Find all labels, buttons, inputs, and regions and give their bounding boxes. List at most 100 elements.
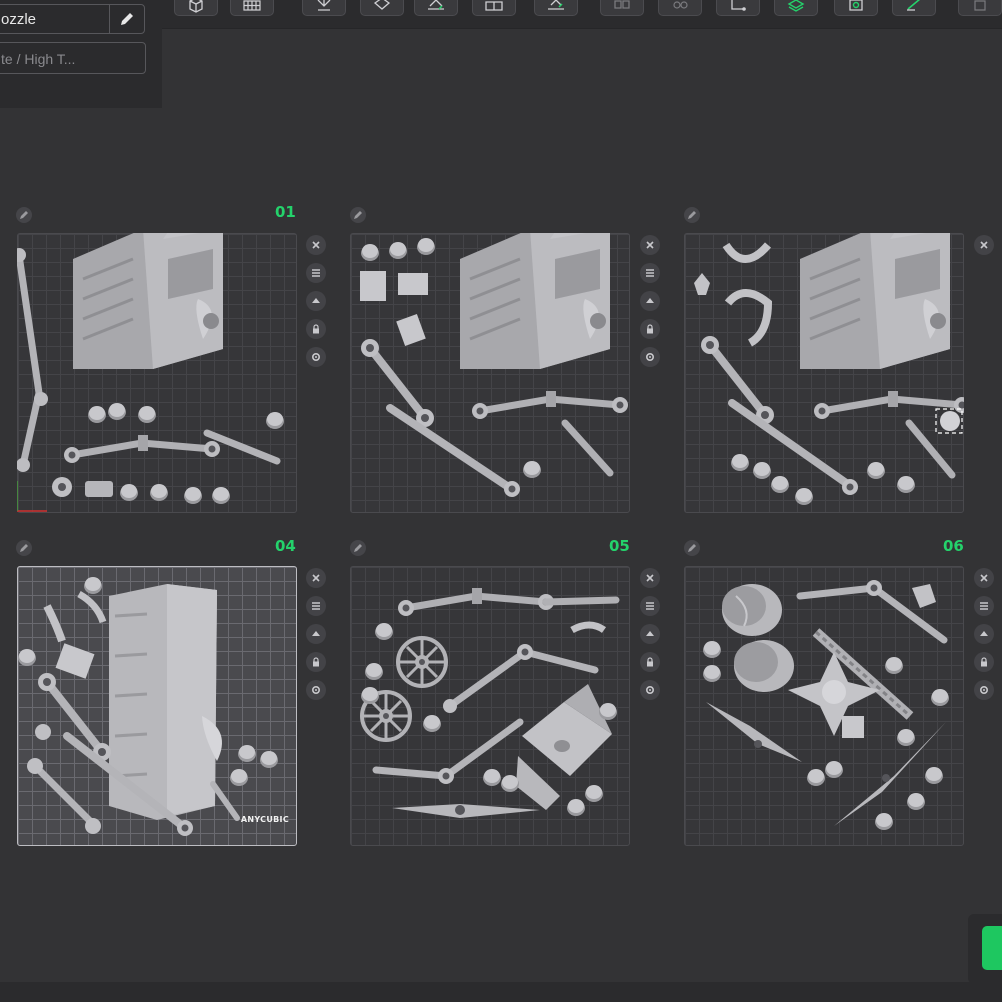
plate-type-select[interactable]: te / High T...: [0, 42, 146, 74]
list-icon: [646, 602, 654, 610]
arrange-plate-button[interactable]: [640, 596, 660, 616]
plate-models[interactable]: [684, 566, 964, 846]
auto-orient-plate-button[interactable]: [640, 291, 660, 311]
list-icon: [646, 269, 654, 277]
list-icon: [312, 269, 320, 277]
add-cube-button[interactable]: [174, 0, 218, 16]
arrange-icon: [317, 0, 331, 11]
list-icon: [312, 602, 320, 610]
plate-settings-button[interactable]: [640, 680, 660, 700]
delete-plate-button[interactable]: [640, 235, 660, 255]
plate-settings-button[interactable]: [640, 347, 660, 367]
assembly-icon: [614, 0, 630, 9]
plate-number: 01: [275, 203, 296, 221]
seam-paint-button[interactable]: [834, 0, 878, 16]
lock-plate-button[interactable]: [640, 652, 660, 672]
close-icon: [312, 241, 320, 249]
assembly-button[interactable]: [600, 0, 644, 16]
delete-plate-button[interactable]: [974, 568, 994, 588]
plate-models[interactable]: [684, 233, 964, 513]
orient-icon: [312, 298, 320, 303]
place-on-face-icon: [548, 0, 564, 10]
delete-plate-button[interactable]: [306, 235, 326, 255]
lay-flat-button[interactable]: [414, 0, 458, 16]
printer-select[interactable]: ozzle: [0, 4, 110, 34]
list-icon: [980, 602, 988, 610]
lock-icon: [981, 657, 987, 667]
plate-tools: [974, 235, 996, 263]
printer-name: ozzle: [1, 11, 37, 28]
variable-layer-button[interactable]: [658, 0, 702, 16]
lay-flat-icon: [428, 0, 444, 10]
lock-icon: [647, 324, 653, 334]
support-paint-icon: [787, 0, 805, 12]
measure-icon: [731, 0, 746, 11]
plate-edit-icon[interactable]: [16, 540, 32, 556]
measure-button[interactable]: [716, 0, 760, 16]
close-icon: [646, 241, 654, 249]
color-paint-button[interactable]: [892, 0, 936, 16]
plate-edit-icon[interactable]: [684, 207, 700, 223]
slice-panel: [968, 914, 1002, 984]
close-icon: [980, 574, 988, 582]
plate-settings-button[interactable]: [306, 347, 326, 367]
plate-number: 06: [943, 537, 964, 555]
orient-icon: [646, 298, 654, 303]
lock-icon: [313, 657, 319, 667]
plate-edit-icon[interactable]: [350, 540, 366, 556]
plate-models[interactable]: [17, 233, 297, 513]
edit-printer-button[interactable]: [109, 4, 145, 34]
arrange-plate-button[interactable]: [640, 263, 660, 283]
plate-type-label: te / High T...: [1, 51, 76, 67]
split-icon: [485, 1, 503, 11]
pencil-icon: [121, 13, 133, 25]
close-icon: [312, 574, 320, 582]
arrange-button[interactable]: [302, 0, 346, 16]
support-paint-button[interactable]: [774, 0, 818, 16]
orient-button[interactable]: [360, 0, 404, 16]
plate-edit-icon[interactable]: [16, 207, 32, 223]
lock-plate-button[interactable]: [306, 652, 326, 672]
orient-icon: [980, 631, 988, 636]
brand-text: ANYCUBIC: [240, 815, 289, 824]
auto-orient-plate-button[interactable]: [640, 624, 660, 644]
close-icon: [980, 241, 988, 249]
plate-settings-button[interactable]: [306, 680, 326, 700]
delete-plate-button[interactable]: [640, 568, 660, 588]
status-bar: [0, 982, 1002, 1002]
auto-orient-plate-button[interactable]: [306, 291, 326, 311]
orient-icon: [373, 0, 391, 10]
main-toolbar: [162, 0, 1002, 29]
seam-paint-icon: [849, 0, 863, 11]
delete-plate-button[interactable]: [306, 568, 326, 588]
plate-tools: [974, 568, 996, 708]
gear-icon: [311, 352, 321, 362]
plate-models[interactable]: [17, 566, 297, 846]
arrange-plate-button[interactable]: [974, 596, 994, 616]
plate-grid-button[interactable]: [230, 0, 274, 16]
plate-tools: [306, 235, 328, 375]
lock-plate-button[interactable]: [640, 319, 660, 339]
arrange-plate-button[interactable]: [306, 263, 326, 283]
close-icon: [646, 574, 654, 582]
auto-orient-plate-button[interactable]: [974, 624, 994, 644]
plate-tools: [640, 235, 662, 375]
plate-settings-button[interactable]: [974, 680, 994, 700]
auto-orient-plate-button[interactable]: [306, 624, 326, 644]
lock-plate-button[interactable]: [306, 319, 326, 339]
plate-number: 05: [609, 537, 630, 555]
plate-models[interactable]: [350, 233, 630, 513]
plate-edit-icon[interactable]: [684, 540, 700, 556]
plate-edit-icon[interactable]: [350, 207, 366, 223]
split-button[interactable]: [472, 0, 516, 16]
more-tools-button[interactable]: [958, 0, 1002, 16]
variable-layer-icon: [673, 1, 688, 9]
lock-plate-button[interactable]: [974, 652, 994, 672]
orient-icon: [312, 631, 320, 636]
place-on-face-button[interactable]: [534, 0, 578, 16]
arrange-plate-button[interactable]: [306, 596, 326, 616]
slice-button[interactable]: [982, 926, 1002, 970]
plate-models[interactable]: [350, 566, 630, 846]
delete-plate-button[interactable]: [974, 235, 994, 255]
printer-settings-panel: ozzle te / High T...: [0, 0, 162, 108]
